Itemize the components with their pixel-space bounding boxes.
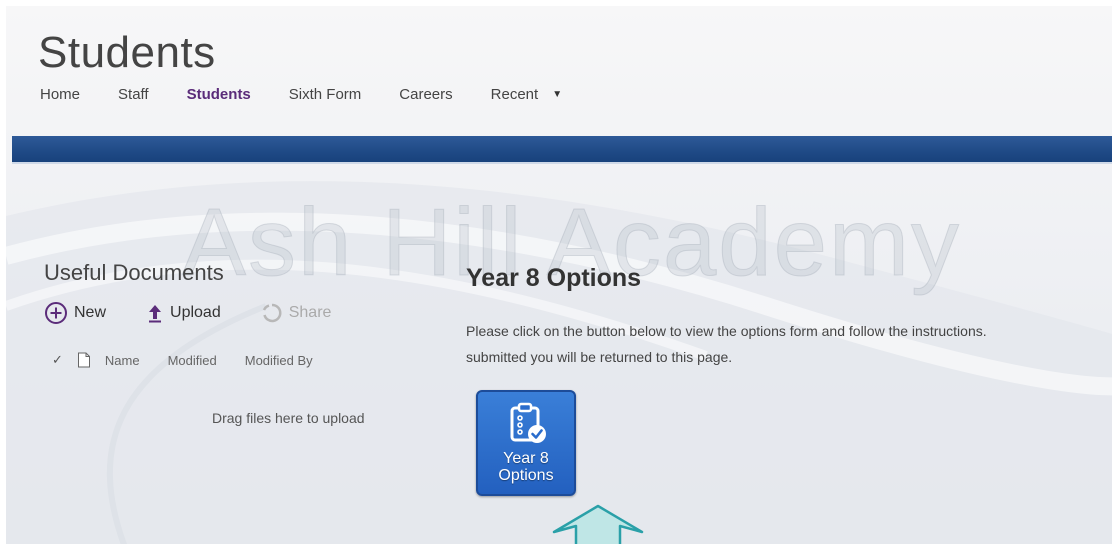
header-band-line — [12, 162, 1112, 164]
pointer-arrow-icon — [552, 504, 644, 544]
new-icon — [45, 302, 67, 324]
site-title: Students — [38, 28, 216, 77]
file-icon — [77, 352, 90, 368]
nav-sixth-form[interactable]: Sixth Form — [289, 86, 362, 103]
dropdown-caret-icon[interactable]: ▼ — [552, 89, 562, 100]
header-band — [12, 136, 1112, 164]
tile-label: Year 8 Options — [478, 450, 574, 484]
year8-options-button[interactable]: Year 8 Options — [476, 390, 576, 496]
new-label: New — [74, 304, 107, 321]
upload-button[interactable]: Upload — [146, 303, 221, 323]
drop-zone[interactable]: Drag files here to upload — [212, 410, 365, 426]
page-frame: Students Home Staff Students Sixth Form … — [0, 0, 1112, 544]
nav-staff[interactable]: Staff — [118, 86, 149, 103]
content-text: Please click on the button below to view… — [466, 318, 1112, 370]
share-label: Share — [288, 304, 332, 321]
nav-students[interactable]: Students — [187, 86, 251, 103]
upload-label: Upload — [170, 304, 221, 321]
checkmark-icon[interactable]: ✓ — [52, 352, 63, 368]
clipboard-check-icon — [510, 402, 546, 443]
docs-title: Useful Documents — [44, 260, 224, 285]
nav-recent-label: Recent — [490, 86, 539, 103]
share-button[interactable]: Share — [261, 302, 332, 324]
top-navigation: Home Staff Students Sixth Form Careers R… — [40, 86, 600, 103]
share-icon — [262, 303, 282, 323]
nav-recent[interactable]: Recent ▼ — [491, 86, 562, 103]
column-modified-by[interactable]: Modified By — [245, 353, 313, 368]
column-name[interactable]: Name — [105, 353, 140, 368]
docs-toolbar: New Upload Share — [44, 301, 371, 325]
content-title: Year 8 Options — [466, 264, 642, 292]
list-header: ✓ Name Modified Modified By — [52, 352, 341, 368]
new-button[interactable]: New — [44, 301, 106, 325]
tile-label-line2: Options — [498, 467, 554, 484]
upload-icon — [149, 305, 162, 323]
tile-label-line1: Year 8 — [503, 450, 549, 467]
nav-careers[interactable]: Careers — [399, 86, 452, 103]
nav-home[interactable]: Home — [40, 86, 80, 103]
column-modified[interactable]: Modified — [168, 353, 217, 368]
instruction-line-1: Please click on the button below to view… — [466, 323, 987, 339]
instruction-line-2: submitted you will be returned to this p… — [466, 349, 733, 365]
